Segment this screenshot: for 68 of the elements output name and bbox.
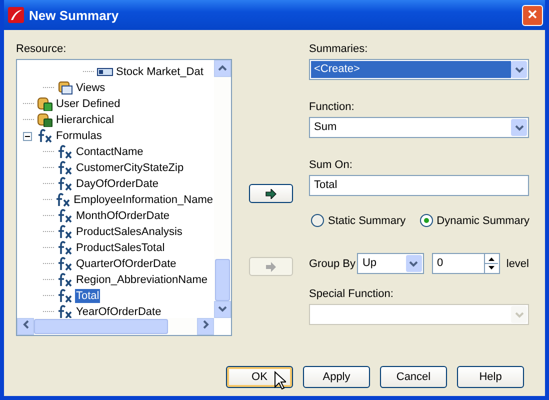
function-label: Function:: [309, 101, 356, 114]
group-by-label: Group By: [309, 258, 356, 270]
function-icon: [57, 289, 73, 303]
database-icon: [37, 113, 53, 127]
scroll-thumb[interactable]: [215, 259, 230, 301]
collapse-icon[interactable]: [23, 132, 34, 140]
tree-item[interactable]: EmployeeInformation_Name: [72, 193, 214, 207]
scroll-right-icon[interactable]: [202, 320, 208, 329]
sum-on-label: Sum On:: [309, 159, 354, 172]
function-icon: [37, 129, 53, 143]
tree-item[interactable]: DayOfOrderDate: [75, 177, 160, 191]
dialog-button[interactable]: OK: [226, 366, 293, 388]
tree-item[interactable]: Hierarchical: [55, 113, 116, 127]
horizontal-scrollbar[interactable]: [17, 318, 214, 335]
tree-item[interactable]: QuarterOfOrderDate: [75, 257, 178, 271]
dialog-button[interactable]: Help: [457, 366, 524, 388]
function-icon: [57, 161, 73, 175]
summaries-dropdown[interactable]: <Create>: [309, 59, 529, 80]
special-function-label: Special Function:: [309, 288, 394, 301]
vertical-scrollbar[interactable]: [214, 60, 231, 318]
right-arrow-icon: [265, 188, 277, 198]
scroll-thumb[interactable]: [34, 319, 168, 334]
function-icon: [57, 177, 73, 191]
tree-item[interactable]: Stock Market_Dat: [115, 65, 204, 79]
tree-item[interactable]: YearOfOrderDate: [75, 305, 162, 318]
sum-on-field[interactable]: Total: [309, 175, 529, 196]
function-icon: [57, 273, 73, 287]
scroll-up-icon[interactable]: [218, 65, 227, 71]
summaries-label: Summaries:: [309, 43, 369, 56]
tree-item[interactable]: Total: [75, 289, 100, 303]
right-arrow-icon: [265, 262, 277, 272]
add-arrow-button[interactable]: [249, 184, 293, 203]
radio-button[interactable]: [420, 214, 433, 227]
function-icon: [57, 305, 73, 318]
function-icon: [57, 145, 73, 159]
radio-label: Static Summary: [328, 214, 406, 226]
database-icon: [37, 97, 53, 111]
level-label: level: [506, 258, 529, 270]
function-icon: [54, 193, 71, 207]
tree-item[interactable]: ProductSalesTotal: [75, 241, 166, 255]
tree-item[interactable]: User Defined: [55, 97, 122, 111]
tree-item[interactable]: Views: [75, 81, 106, 95]
level-spinner[interactable]: 0: [432, 253, 500, 274]
tree-item[interactable]: ProductSalesAnalysis: [75, 225, 184, 239]
tree-item[interactable]: CustomerCityStateZip: [75, 161, 185, 175]
group-by-dropdown[interactable]: Up: [357, 253, 424, 274]
function-icon: [57, 209, 73, 223]
scroll-down-icon[interactable]: [218, 306, 227, 312]
table-icon: [97, 67, 113, 77]
tree-item[interactable]: MonthOfOrderDate: [75, 209, 171, 223]
resource-label: Resource:: [16, 43, 68, 56]
function-icon: [57, 241, 73, 255]
views-icon: [57, 81, 73, 95]
radio-label: Dynamic Summary: [436, 214, 530, 226]
scroll-left-icon[interactable]: [22, 320, 28, 329]
function-icon: [57, 225, 73, 239]
function-icon: [57, 257, 73, 271]
close-button[interactable]: ✕: [522, 4, 543, 26]
tree-item[interactable]: Formulas: [55, 129, 103, 143]
pointer-icon: [274, 371, 286, 390]
dialog-button[interactable]: Cancel: [380, 366, 447, 388]
dialog-button[interactable]: Apply: [303, 366, 370, 388]
window-title: New Summary: [29, 8, 120, 22]
function-dropdown[interactable]: Sum: [309, 117, 529, 138]
tree-item[interactable]: Region_AbbreviationName: [75, 273, 208, 287]
radio-button[interactable]: [311, 214, 324, 227]
tree-item[interactable]: ContactName: [75, 145, 144, 159]
app-logo-icon: [8, 7, 24, 23]
